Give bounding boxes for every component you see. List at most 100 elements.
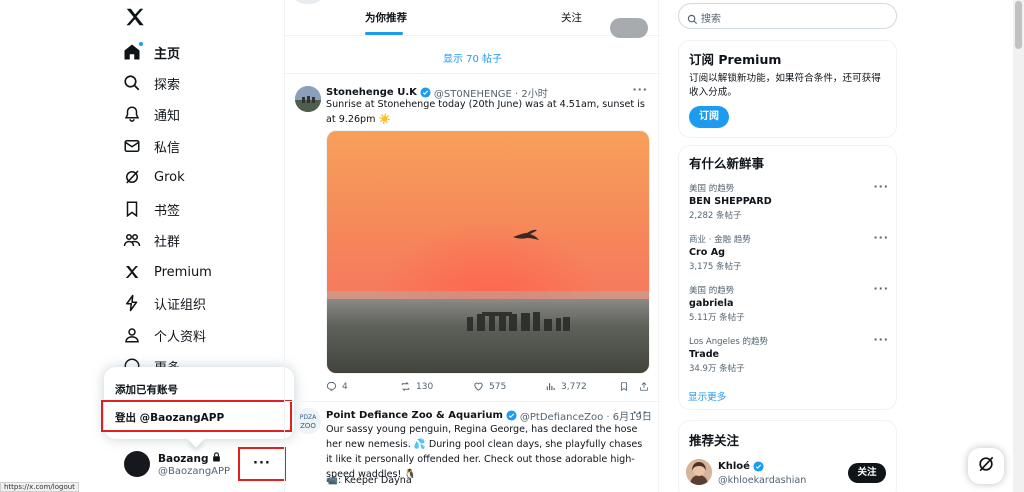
reply-count: 4	[342, 381, 348, 392]
tweet-card[interactable]: Stonehenge U.K @ST0NEHENGE · 2小时 ··· Sun…	[285, 80, 660, 401]
show-new-posts-button[interactable]: 显示 70 帖子	[285, 48, 660, 74]
x-logo-icon	[122, 262, 142, 282]
trend-category: 商业 · 金融 趋势	[689, 235, 751, 245]
search-input[interactable]: 搜索	[701, 10, 721, 25]
trend-more-button[interactable]: ···	[873, 180, 889, 193]
trend-title: Cro Ag	[689, 247, 725, 258]
tab-for-you[interactable]: 为你推荐	[365, 10, 407, 25]
account-name-row: Baozang	[158, 452, 221, 465]
search-box[interactable]: 搜索	[678, 3, 897, 29]
x-logo-icon[interactable]	[124, 6, 146, 28]
person-icon	[122, 325, 142, 345]
nav-home-label: 主页	[154, 46, 181, 62]
views-icon	[546, 383, 555, 391]
bell-icon	[122, 104, 142, 124]
nav-verified-orgs[interactable]: 认证组织	[122, 289, 206, 317]
trend-count: 2,282 条帖子	[689, 211, 742, 221]
premium-description: 订阅以解锁新功能，如果符合条件，还可获得收入分成。	[689, 73, 881, 98]
trends-show-more-link[interactable]: 显示更多	[688, 389, 726, 403]
nav-bookmarks-label: 书签	[154, 203, 181, 219]
bookmark-icon	[122, 199, 142, 219]
account-handle: @BaozangAPP	[158, 466, 231, 477]
trend-more-button[interactable]: ···	[873, 282, 889, 295]
heart-icon	[474, 382, 483, 391]
notification-dot	[138, 41, 144, 47]
mail-icon	[122, 136, 142, 156]
grok-icon	[976, 454, 996, 478]
follow-button[interactable]: 关注	[848, 463, 886, 483]
follow-suggestion-name[interactable]: Khloé	[718, 461, 750, 472]
verified-badge-icon	[753, 461, 764, 472]
trend-item[interactable]: Los Angeles 的趋势 Trade 34.9万 条帖子 ···	[689, 333, 889, 374]
search-icon	[687, 10, 698, 29]
repost-button[interactable]: 130	[400, 381, 433, 392]
reply-icon	[326, 381, 337, 392]
trend-title: Trade	[689, 349, 720, 360]
nav-explore-label: 探索	[154, 77, 181, 93]
highlight-box-more	[238, 447, 286, 481]
grok-floating-button[interactable]	[968, 448, 1004, 484]
avatar	[124, 451, 150, 477]
trends-title: 有什么新鲜事	[689, 156, 765, 171]
trend-item[interactable]: 商业 · 金融 趋势 Cro Ag 3,175 条帖子 ···	[689, 231, 889, 272]
subscribe-button[interactable]: 订阅	[689, 106, 729, 128]
trend-item[interactable]: 美国 的趋势 gabriela 5.11万 条帖子 ···	[689, 282, 889, 323]
main-timeline: 为你推荐 关注 显示 70 帖子 Stonehenge U.K @ST0NEHE…	[284, 0, 660, 492]
trends-card: 有什么新鲜事 美国 的趋势 BEN SHEPPARD 2,282 条帖子 ···…	[678, 145, 897, 410]
reply-button[interactable]: 4	[326, 381, 348, 392]
bookmark-button[interactable]	[619, 381, 629, 392]
avatar[interactable]: PDZA ZOO	[295, 408, 321, 434]
nav-explore[interactable]: 探索	[122, 69, 180, 97]
trend-more-button[interactable]: ···	[873, 231, 889, 244]
avatar[interactable]	[295, 86, 321, 112]
follow-suggestion-handle: @khloekardashian	[718, 475, 807, 486]
lightning-icon	[122, 293, 142, 313]
nav-notifications[interactable]: 通知	[122, 100, 180, 128]
highlight-box-logout	[101, 400, 292, 432]
tweet-media-image[interactable]	[326, 130, 650, 374]
nav-premium[interactable]: Premium	[122, 258, 212, 286]
verified-badge-icon	[506, 410, 517, 421]
tweet-more-button[interactable]: ···	[632, 406, 648, 419]
trend-more-button[interactable]: ···	[873, 333, 889, 346]
page-scrollbar[interactable]	[1013, 0, 1024, 492]
tweet-more-button[interactable]: ···	[632, 83, 648, 96]
tweet-header: Point Defiance Zoo & Aquarium @PtDefianc…	[326, 408, 652, 423]
premium-title: 订阅 Premium	[689, 52, 782, 67]
nav-communities-label: 社群	[154, 234, 181, 250]
share-button[interactable]	[639, 381, 649, 392]
trend-item[interactable]: 美国 的趋势 BEN SHEPPARD 2,282 条帖子 ···	[689, 180, 889, 221]
home-icon	[122, 41, 144, 62]
views-button[interactable]: 3,772	[545, 381, 587, 392]
add-existing-account-item[interactable]: 添加已有账号	[115, 382, 178, 397]
nav-home[interactable]: 主页	[122, 38, 180, 66]
right-sidebar: 搜索 订阅 Premium 订阅以解锁新功能，如果符合条件，还可获得收入分成。 …	[678, 0, 898, 492]
x-home-page: 主页 探索 通知 私信 Grok 书签 社群 Premium 认证组织 个人资料…	[0, 0, 1024, 492]
trend-title: BEN SHEPPARD	[689, 196, 772, 207]
avatar[interactable]	[686, 459, 712, 485]
tweet-card[interactable]: PDZA ZOO Point Defiance Zoo & Aquarium @P…	[285, 402, 660, 492]
status-bar-url: https://x.com/logout	[0, 482, 79, 492]
nav-premium-label: Premium	[154, 264, 212, 280]
nav-profile[interactable]: 个人资料	[122, 321, 206, 349]
trend-count: 3,175 条帖子	[689, 262, 742, 272]
nav-communities[interactable]: 社群	[122, 226, 180, 254]
nav-grok-label: Grok	[154, 169, 185, 185]
trend-category: Los Angeles 的趋势	[689, 337, 768, 347]
tweet-author-name[interactable]: Point Defiance Zoo & Aquarium	[326, 410, 503, 421]
trend-category: 美国 的趋势	[689, 286, 735, 296]
timeline-settings-button[interactable]	[610, 18, 648, 38]
ghost-shape	[295, 0, 321, 4]
svg-text:PDZA: PDZA	[300, 414, 317, 421]
scrollbar-thumb[interactable]	[1015, 1, 1022, 49]
grok-icon	[122, 167, 142, 187]
like-button[interactable]: 575	[473, 381, 506, 392]
timeline-tabs: 为你推荐 关注	[285, 0, 660, 38]
nav-grok[interactable]: Grok	[122, 163, 185, 191]
trend-title: gabriela	[689, 298, 734, 309]
nav-bookmarks[interactable]: 书签	[122, 195, 180, 223]
premium-card: 订阅 Premium 订阅以解锁新功能，如果符合条件，还可获得收入分成。 订阅	[678, 40, 897, 138]
tab-following[interactable]: 关注	[561, 10, 582, 25]
nav-messages[interactable]: 私信	[122, 132, 180, 160]
communities-icon	[122, 230, 142, 250]
